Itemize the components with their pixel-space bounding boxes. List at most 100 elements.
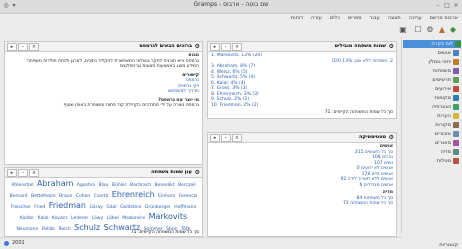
gramplet-surname-cloud: ⚙ ענן שמות משפחה ×–▸ Ahlenstiel Abraham … <box>4 167 203 237</box>
sidebar-item-label: אזכורים <box>434 131 451 137</box>
cloud-word[interactable]: Goldstein <box>120 205 141 210</box>
dashboard-icon <box>455 40 461 47</box>
cloud-word[interactable]: Bettelheim <box>31 194 56 199</box>
cloud-word[interactable]: Ferenczi <box>179 194 198 199</box>
cloud-word[interactable]: Agostini <box>77 183 95 188</box>
gramplet-title: ברוכים הבאים לגרמפס <box>139 43 192 49</box>
cloud-word[interactable]: Bernard <box>10 194 28 199</box>
welcome-link[interactable]: מדריך למשתמש <box>8 89 199 95</box>
sidebar-item-notes[interactable]: הערות <box>404 112 459 120</box>
gramplet-minimize-button[interactable]: – <box>18 169 28 177</box>
cloud-word[interactable]: Schulz <box>74 223 100 232</box>
sidebar-item-sources[interactable]: מקורות <box>404 121 459 129</box>
sidebar-item-label: אנשים <box>437 50 451 56</box>
tree-icon[interactable]: ▲ <box>437 25 447 35</box>
gramplet-config-icon[interactable]: ⚙ <box>195 42 200 51</box>
cloud-word[interactable]: Gáray <box>89 205 103 210</box>
surname-cloud: Ahlenstiel Abraham Agostini Blau Bühler … <box>8 179 199 234</box>
cloud-word[interactable]: Ehrenreich <box>112 190 155 199</box>
cloud-word[interactable]: Gáal <box>106 205 116 210</box>
home-icon[interactable]: ▣ <box>398 25 408 35</box>
menu-item[interactable]: דוחות <box>287 15 307 21</box>
gramplet-expand-button[interactable]: ▸ <box>7 43 17 51</box>
sidebar-item-media[interactable]: מדיה <box>404 148 459 156</box>
gramplet-close-button[interactable]: × <box>232 134 242 142</box>
cloud-word[interactable]: Pollák <box>42 227 55 232</box>
cloud-word[interactable]: Csertő <box>94 194 109 199</box>
cloud-word[interactable]: Kaldor <box>20 216 34 221</box>
cloud-word[interactable]: Kalal <box>38 216 49 221</box>
cloud-word[interactable]: Markovits <box>149 212 188 221</box>
gramplet-close-button[interactable]: × <box>232 43 242 51</box>
cloud-word[interactable]: Berczeli <box>178 183 196 188</box>
cloud-word[interactable]: Neumann <box>17 227 39 232</box>
cloud-word[interactable]: Moskovics <box>122 216 145 221</box>
menu-item[interactable]: עריכה <box>405 15 426 21</box>
sidebar-item-repositories[interactable]: מאגרים <box>404 139 459 147</box>
sidebar-item-relationships[interactable]: יחסי גומלין <box>404 58 459 66</box>
sidebar-category-selector[interactable]: קטגוריות <box>439 242 458 248</box>
gramplet-expand-button[interactable]: ▸ <box>210 43 220 51</box>
cloud-word[interactable]: Einhorn <box>158 194 175 199</box>
stats-line[interactable]: אנשים מבודדים 6 <box>211 183 393 189</box>
gramplet-close-button[interactable]: × <box>29 43 39 51</box>
stats-line[interactable]: סך כל שמות המשפחה 71 <box>211 201 393 207</box>
menu-item[interactable]: כלים <box>326 15 344 21</box>
gramplet-config-icon[interactable]: ⚙ <box>195 168 200 177</box>
gramplet-minimize-button[interactable]: – <box>221 43 231 51</box>
cloud-word[interactable]: Friedman <box>49 201 86 210</box>
sidebar-item-families[interactable]: משפחות <box>404 67 459 75</box>
cloud-word[interactable]: Ahlenstiel <box>11 183 33 188</box>
notes-icon <box>453 112 459 119</box>
sidebar-item-label: מאגרים <box>434 140 451 146</box>
gramplet-header: ⚙ סטטיסטיקה ×–▸ <box>208 133 396 143</box>
close-icon[interactable]: × <box>452 2 460 9</box>
sidebar-item-geography[interactable]: גאוגרפיה <box>404 103 459 111</box>
cloud-word[interactable]: Löbel <box>107 216 119 221</box>
cloud-word[interactable]: Braun <box>59 194 72 199</box>
maximize-icon[interactable]: □ <box>443 2 451 9</box>
cloud-word[interactable]: Löwy <box>92 216 104 221</box>
cloud-word[interactable]: Abraham <box>37 179 74 188</box>
cloud-word[interactable]: Bachrach <box>130 183 151 188</box>
config-icon[interactable]: ⚙ <box>425 25 435 35</box>
view-icon[interactable]: ☐ <box>413 25 423 35</box>
gramplet-expand-button[interactable]: ▸ <box>210 134 220 142</box>
sidebar-item-charts[interactable]: תרשימים <box>404 76 459 84</box>
cloud-word[interactable]: Bühler <box>112 183 127 188</box>
cloud-word[interactable]: Cohen <box>76 194 90 199</box>
gramplet-minimize-button[interactable]: – <box>221 134 231 142</box>
gramplet-header: ⚙ ברוכים הבאים לגרמפס ×–▸ <box>5 42 202 52</box>
sidebar-item-people[interactable]: אנשים <box>404 49 459 57</box>
cloud-word[interactable]: Lederer <box>71 216 88 221</box>
events-icon <box>453 85 459 92</box>
cloud-word[interactable]: Blau <box>99 183 109 188</box>
gramplet-expand-button[interactable]: ▸ <box>7 169 17 177</box>
families-icon <box>453 67 459 74</box>
cloud-word[interactable]: Reich <box>58 227 70 232</box>
gramplet-body: מבוא גרמפס היא תוכנית לחקר גנאלוגי המאפש… <box>8 53 199 162</box>
cloud-word[interactable]: Kovács <box>52 216 68 221</box>
sidebar-item-citations[interactable]: אזכורים <box>404 130 459 138</box>
menu-item[interactable]: עזרה <box>307 15 326 21</box>
cloud-word[interactable]: Grünberger <box>145 205 171 210</box>
gramplet-config-icon[interactable]: ⚙ <box>389 133 394 142</box>
cloud-word[interactable]: Fried <box>34 205 45 210</box>
sidebar-item-events[interactable]: אירועים <box>404 85 459 93</box>
menu-item[interactable]: עבור <box>366 15 384 21</box>
menu-item[interactable]: תצוגה <box>384 15 405 21</box>
gramplet-config-icon[interactable]: ⚙ <box>389 42 394 51</box>
list-item[interactable]: 10. Friedman, 2% (2) <box>211 103 393 109</box>
sidebar-item-dashboard[interactable]: לוח בקרה <box>403 40 461 48</box>
gramplet-minimize-button[interactable]: – <box>18 43 28 51</box>
sidebar-item-todo[interactable]: מטלות <box>404 157 459 165</box>
cloud-word[interactable]: Benedikt <box>155 183 175 188</box>
sidebar-item-places[interactable]: מקומות <box>404 94 459 102</box>
menu-item[interactable]: ארבוס מרשם <box>426 15 462 21</box>
menu-item[interactable]: ספרים <box>344 15 366 21</box>
minimize-icon[interactable]: – <box>434 2 442 9</box>
dashboard-icon[interactable]: ◆ <box>448 25 458 35</box>
cloud-word[interactable]: Hoffmann <box>174 205 196 210</box>
cloud-word[interactable]: Fleischer <box>11 205 31 210</box>
gramplet-close-button[interactable]: × <box>29 169 39 177</box>
